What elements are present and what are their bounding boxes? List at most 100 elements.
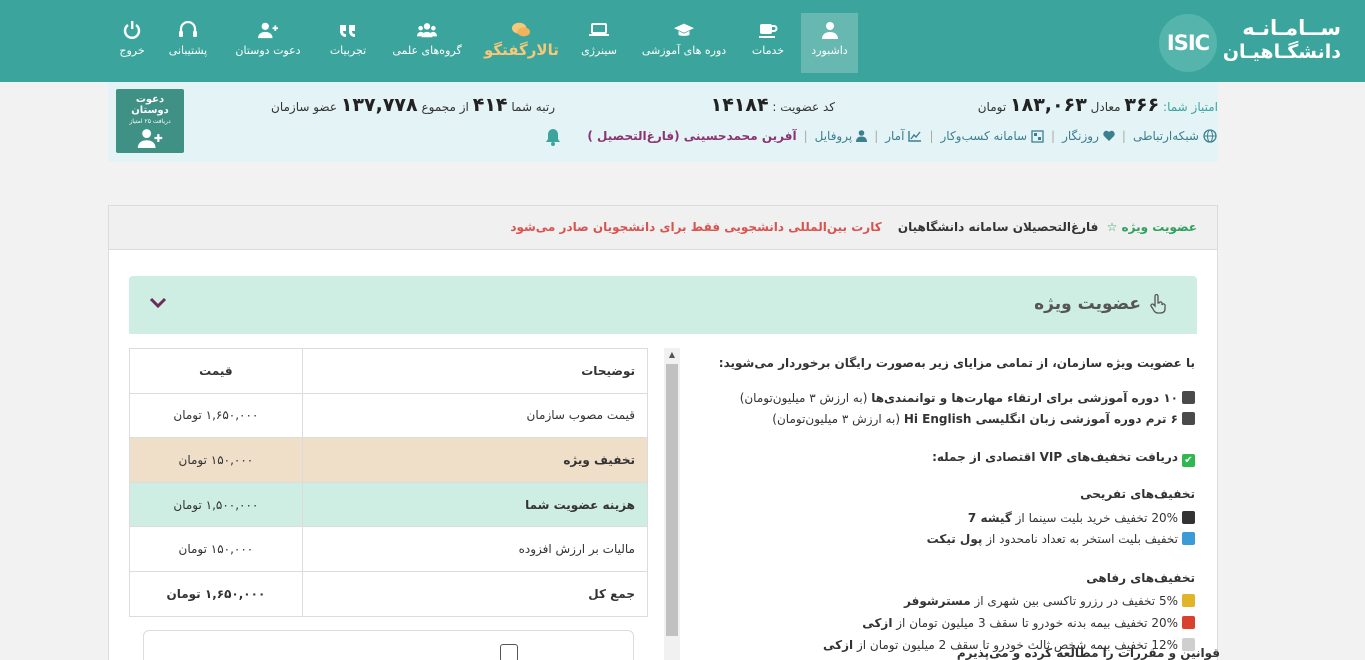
benefit-course-1: ۱۰ دوره آموزشی برای ارتقاء مهارت‌ها و تو… (740, 391, 1195, 405)
fun-item-2: تخفیف بلیت استخر به تعداد نامحدود از پول… (927, 532, 1195, 546)
header-desc: توضیحات (301, 348, 649, 394)
row-desc: تخفیف ویژه (301, 437, 649, 483)
graduation-cap-icon (674, 23, 694, 36)
fun-1-brand: گیشه 7 (967, 511, 1012, 525)
separator: | (929, 129, 934, 143)
nav-logout[interactable]: خروج (116, 13, 148, 73)
score-label: امتیاز شما: (1163, 100, 1218, 114)
link-daily[interactable]: روزنگار (1062, 129, 1115, 143)
welfare-1-brand: مسترشوفر (904, 594, 971, 608)
equiv-label: معادل (1090, 100, 1121, 114)
row-desc: هزینه عضویت شما (301, 481, 649, 528)
row-desc: جمع کل (301, 570, 649, 617)
benefit-vip: ✔ دریافت تخفیف‌های VIP اقتصادی از جمله: (932, 450, 1195, 467)
swimmer-icon (1182, 532, 1195, 545)
link-network-label: شبکه‌ارتباطی (1132, 129, 1199, 143)
welfare-item-2: 20% تخفیف بیمه بدنه خودرو تا سقف 3 میلیو… (862, 616, 1195, 630)
nav-forum[interactable]: تالارگفتگو (484, 13, 559, 73)
link-profile[interactable]: پروفایل (815, 129, 868, 143)
power-icon (123, 21, 141, 39)
logo-line-1: ســامـانـه (1242, 16, 1341, 40)
student-icon (1182, 412, 1195, 425)
hand-pointer-icon (1150, 294, 1166, 314)
logo-text[interactable]: ســامـانـه دانشگـاهیـان (1217, 16, 1341, 64)
separator: | (1121, 129, 1126, 143)
nav-synergy-label: سینرژی (581, 44, 617, 57)
fun-2-brand: پول تیکت (926, 532, 983, 546)
nav-services-label: خدمات (751, 44, 785, 57)
chevron-down-icon[interactable] (149, 296, 167, 310)
row-desc: مالیات بر ارزش افزوده (301, 526, 649, 572)
nav-scientific-groups[interactable]: گروه‌های علمی (392, 13, 462, 73)
nav-scientific-groups-label: گروه‌های علمی (392, 44, 462, 57)
invite-friends-box[interactable]: دعوت دوستان دریافت ۲۵ امتیاز (116, 89, 184, 153)
nav-synergy[interactable]: سینرژی (576, 13, 622, 73)
laptop-icon (589, 23, 609, 36)
accordion-title: عضویت ویژه (1034, 294, 1167, 314)
terms-label[interactable]: قوانین و مقررات را مطالعه کرده و می‌پذیر… (957, 646, 1220, 660)
breadcrumb-notice: کارت بین‌المللی دانشجویی فقط برای دانشجو… (510, 220, 882, 234)
nav-forum-label: تالارگفتگو (484, 41, 559, 59)
nav-support[interactable]: پشتیبانی (164, 13, 212, 73)
header-price: قیمت (129, 348, 303, 394)
user-name-link[interactable]: آفرین محمدحسینی (فارغ‌التحصیل ) (587, 129, 796, 143)
link-profile-label: پروفایل (814, 129, 853, 143)
welfare-2-text: 20% تخفیف بیمه بدنه خودرو تا سقف 3 میلیو… (896, 616, 1178, 630)
fun-1-text: 20% تخفیف خرید بلیت سینما از (1015, 511, 1178, 525)
users-group-icon (417, 23, 437, 38)
welfare-1-text: 5% تخفیف در رزرو تاکسی بین شهری از (974, 594, 1178, 608)
invite-subtitle: دریافت ۲۵ امتیاز (129, 118, 171, 125)
nav-dashboard[interactable]: داشبورد (801, 13, 858, 73)
nav-experiences[interactable]: تجربیات (326, 13, 370, 73)
vip-text: دریافت تخفیف‌های VIP اقتصادی از جمله: (932, 450, 1178, 464)
separator: | (803, 129, 808, 143)
nav-support-label: پشتیبانی (168, 44, 208, 57)
table-row: مالیات بر ارزش افزوده ۱۵۰,۰۰۰ تومان (129, 526, 649, 572)
scrollbar-thumb[interactable] (666, 364, 678, 636)
row-desc: قیمت مصوب سازمان (301, 392, 649, 439)
business-icon (1031, 129, 1044, 143)
course-2-bold: ۶ ترم دوره آموزشی زبان انگلیسی Hi Englis… (903, 412, 1178, 426)
scroll-up-arrow-icon[interactable]: ▲ (664, 348, 680, 362)
link-stats-label: آمار (885, 129, 905, 143)
user-plus-icon (258, 22, 278, 39)
course-1-rest: (به ارزش ۳ میلیون‌تومان) (739, 391, 868, 405)
link-network[interactable]: شبکه‌ارتباطی (1133, 129, 1217, 143)
nav-services[interactable]: خدمات (745, 13, 791, 73)
row-price: ۱,۵۰۰,۰۰۰ تومان (129, 481, 303, 528)
currency-label: تومان (977, 100, 1007, 114)
welfare-3-brand: ازکی (822, 638, 854, 652)
welfare-heading: تخفیف‌های رفاهی (1086, 571, 1195, 585)
members-label: عضو سازمان (271, 100, 337, 114)
member-code-value: ۱۴۱۸۴ (710, 94, 769, 116)
fun-heading: تخفیف‌های تفریحی (1080, 487, 1195, 501)
special-membership-accordion[interactable]: عضویت ویژه (129, 276, 1197, 334)
clapperboard-icon (1182, 511, 1195, 524)
total-members-value: ۱۳۷,۷۷۸ (340, 94, 418, 116)
score-stat: امتیاز شما: ۳۶۶ معادل ۱۸۳,۰۶۳ تومان (978, 94, 1218, 116)
link-stats[interactable]: آمار (885, 129, 922, 143)
terms-checkbox[interactable] (500, 644, 518, 660)
row-price: ۱,۶۵۰,۰۰۰ تومان (129, 570, 303, 617)
nav-experiences-label: تجربیات (329, 44, 367, 57)
star-icon: ☆ (1106, 220, 1118, 234)
benefits-intro: با عضویت ویژه سازمان، از تمامی مزایای زی… (718, 356, 1195, 370)
taxi-icon (1182, 594, 1195, 607)
logo-mark[interactable]: ISIC (1159, 14, 1217, 72)
globe-icon (1203, 129, 1217, 143)
invite-title: دعوت دوستان (131, 94, 169, 116)
table-row: هزینه عضویت شما ۱,۵۰۰,۰۰۰ تومان (129, 481, 649, 528)
link-business[interactable]: سامانه کسب‌وکار (941, 129, 1045, 143)
nav-dashboard-label: داشبورد (811, 44, 848, 57)
logo-mark-text: ISIC (1166, 31, 1210, 55)
price-table: توضیحات قیمت قیمت مصوب سازمان ۱,۶۵۰,۰۰۰ … (129, 348, 649, 617)
bell-icon[interactable] (544, 128, 562, 146)
breadcrumb-special[interactable]: عضویت ویژه (1122, 220, 1197, 234)
nav-courses-label: دوره های آموزشی (641, 44, 727, 57)
price-table-header: توضیحات قیمت (129, 348, 649, 394)
table-row: قیمت مصوب سازمان ۱,۶۵۰,۰۰۰ تومان (129, 392, 649, 439)
member-code-label: کد عضویت : (772, 100, 835, 114)
chat-bubbles-icon (511, 22, 531, 37)
nav-invite-friends[interactable]: دعوت دوستان (232, 13, 304, 73)
nav-courses[interactable]: دوره های آموزشی (638, 13, 730, 73)
